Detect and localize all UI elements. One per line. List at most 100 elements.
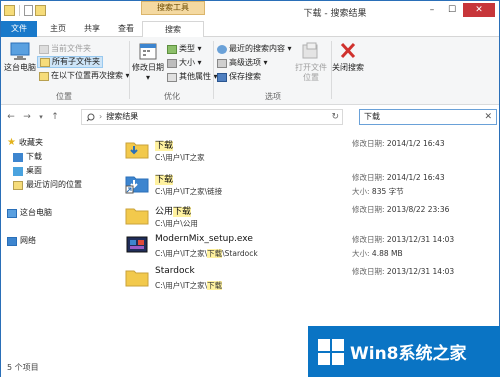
close-search-label: 关闭搜索 — [332, 63, 364, 72]
tab-home[interactable]: 主页 — [43, 21, 73, 37]
search-highlight: 下载 — [155, 141, 174, 151]
ribbon-separator — [129, 41, 130, 99]
result-name: 下载 — [155, 172, 174, 185]
close-search-icon — [340, 42, 356, 59]
close-button[interactable]: ✕ — [463, 3, 495, 17]
this-pc-button[interactable]: 这台电脑 — [3, 41, 37, 85]
all-subfolders-button[interactable]: 所有子文件夹 — [37, 56, 103, 68]
breadcrumb[interactable]: 搜索结果 — [106, 110, 138, 124]
search-results-list: 下载 C:\用户\IT之家 修改日期: 2014/1/2 16:43 下载 C:… — [117, 129, 499, 357]
window-controls: – ☐ ✕ — [423, 3, 495, 17]
result-name-prefix: 公用 — [155, 207, 174, 217]
nav-item-downloads[interactable]: 下载 — [13, 151, 42, 163]
close-search-button[interactable]: 关闭搜索 — [331, 41, 365, 85]
clear-search-button[interactable]: ✕ — [484, 110, 492, 124]
ribbon: 这台电脑 当前文件夹 所有子文件夹 在以下位置再次搜索 ▾ 位置 修改日期 ▾ … — [1, 37, 499, 105]
result-name: ModernMix_setup.exe — [155, 234, 253, 244]
watermark-text: Win8系统之家 — [350, 344, 467, 364]
downloads-shortcut-icon — [125, 176, 149, 194]
date-label: 修改日期: — [352, 205, 385, 214]
open-file-location-button[interactable]: 打开文件位置 — [293, 41, 329, 85]
options-group-label: 选项 — [265, 92, 281, 101]
result-size: 大小: 835 字节 — [352, 186, 404, 197]
ribbon-group-location: 这台电脑 当前文件夹 所有子文件夹 在以下位置再次搜索 ▾ 位置 — [1, 39, 130, 103]
refresh-button[interactable]: ↻ — [331, 110, 339, 124]
result-path: C:\用户\IT之家\下载 — [155, 280, 223, 291]
result-date: 修改日期: 2013/12/31 14:03 — [352, 234, 454, 245]
search-again-in-button[interactable]: 在以下位置再次搜索 ▾ — [39, 70, 130, 82]
breadcrumb-separator: › — [99, 112, 103, 121]
list-item[interactable]: 公用下载 C:\用户\公用 修改日期: 2013/8/22 23:36 — [125, 201, 487, 233]
advanced-options-button[interactable]: 高级选项 ▾ — [217, 57, 268, 69]
search-highlight: 下载 — [173, 207, 192, 217]
search-icon — [86, 113, 95, 121]
path-prefix: C:\用户\IT之家\ — [155, 249, 208, 258]
nav-item-label: 网络 — [20, 236, 36, 245]
recent-searches-icon — [217, 44, 227, 54]
nav-item-desktop[interactable]: 桌面 — [13, 165, 42, 177]
maximize-button[interactable]: ☐ — [443, 3, 461, 17]
nav-item-this-pc[interactable]: 这台电脑 — [7, 207, 52, 219]
list-item[interactable]: 下载 C:\用户\IT之家\链接 修改日期: 2014/1/2 16:43 大小… — [125, 169, 487, 201]
date-value: 2013/8/22 23:36 — [386, 205, 450, 214]
location-group-label: 位置 — [56, 92, 72, 101]
back-button[interactable]: ← — [5, 111, 17, 123]
nav-item-label: 收藏夹 — [18, 138, 43, 147]
size-icon — [167, 58, 177, 68]
nav-item-label: 最近访问的位置 — [26, 180, 82, 189]
open-folder-icon — [302, 42, 318, 59]
save-search-button[interactable]: 保存搜索 — [217, 71, 261, 83]
downloads-icon — [13, 152, 23, 162]
date-label: 修改日期: — [352, 267, 385, 276]
search-highlight: 下载 — [155, 175, 174, 185]
save-search-label: 保存搜索 — [229, 72, 261, 81]
result-name: Stardock — [155, 266, 195, 276]
date-label: 修改日期: — [352, 173, 385, 182]
date-modified-label: 修改日期 ▾ — [132, 63, 164, 82]
nav-item-favorites[interactable]: ★ 收藏夹 — [7, 137, 43, 149]
nav-item-label: 下载 — [26, 152, 42, 161]
tab-file[interactable]: 文件 — [1, 21, 37, 37]
date-label: 修改日期: — [352, 235, 385, 244]
kind-button[interactable]: 类型 ▾ — [167, 43, 202, 55]
forward-button[interactable]: → — [21, 111, 33, 123]
folder-icon — [125, 208, 149, 225]
nav-item-network[interactable]: 网络 — [7, 235, 36, 247]
tab-search[interactable]: 搜索 — [142, 21, 204, 38]
date-modified-button[interactable]: 修改日期 ▾ — [131, 41, 165, 85]
other-properties-button[interactable]: 其他属性 ▾ — [167, 71, 218, 83]
computer-icon — [7, 208, 17, 218]
recent-searches-button[interactable]: 最近的搜索内容 ▾ — [217, 43, 292, 55]
search-highlight: 下载 — [207, 249, 223, 258]
save-icon — [217, 72, 227, 82]
nav-item-recent-places[interactable]: 最近访问的位置 — [13, 179, 82, 191]
result-date: 修改日期: 2014/1/2 16:43 — [352, 138, 445, 149]
list-item[interactable]: Stardock C:\用户\IT之家\下载 修改日期: 2013/12/31 … — [125, 263, 487, 295]
explorer-window: 搜索工具 下载 - 搜索结果 – ☐ ✕ 文件 主页 共享 查看 搜索 这台电脑 — [0, 0, 500, 377]
result-date: 修改日期: 2014/1/2 16:43 — [352, 172, 445, 183]
size-label: 大小: — [352, 187, 370, 196]
list-item[interactable]: 下载 C:\用户\IT之家 修改日期: 2014/1/2 16:43 — [125, 135, 487, 167]
tab-view[interactable]: 查看 — [111, 21, 141, 37]
date-value: 2013/12/31 14:03 — [386, 235, 455, 244]
size-button[interactable]: 大小 ▾ — [167, 57, 202, 69]
minimize-button[interactable]: – — [423, 3, 441, 17]
current-folder-button[interactable]: 当前文件夹 — [39, 43, 91, 55]
up-button[interactable]: ↑ — [49, 111, 61, 123]
size-value: 4.88 MB — [371, 249, 403, 258]
refine-group-label: 优化 — [164, 92, 180, 101]
list-item[interactable]: ModernMix_setup.exe C:\用户\IT之家\下载\Stardo… — [125, 231, 487, 263]
address-bar[interactable]: › 搜索结果 ↻ — [81, 109, 343, 125]
kind-icon — [167, 44, 177, 54]
this-pc-label: 这台电脑 — [4, 63, 36, 72]
current-folder-label: 当前文件夹 — [51, 44, 91, 53]
tab-share[interactable]: 共享 — [77, 21, 107, 37]
result-path: C:\用户\IT之家\链接 — [155, 187, 223, 196]
advanced-options-label: 高级选项 ▾ — [229, 58, 268, 67]
subfolders-icon — [40, 57, 50, 67]
search-folder-icon — [39, 71, 49, 81]
search-input[interactable]: 下载 ✕ — [359, 109, 497, 125]
result-size: 大小: 4.88 MB — [352, 248, 403, 259]
recent-locations-button[interactable]: ▾ — [35, 111, 47, 123]
size-label: 大小: — [352, 249, 370, 258]
